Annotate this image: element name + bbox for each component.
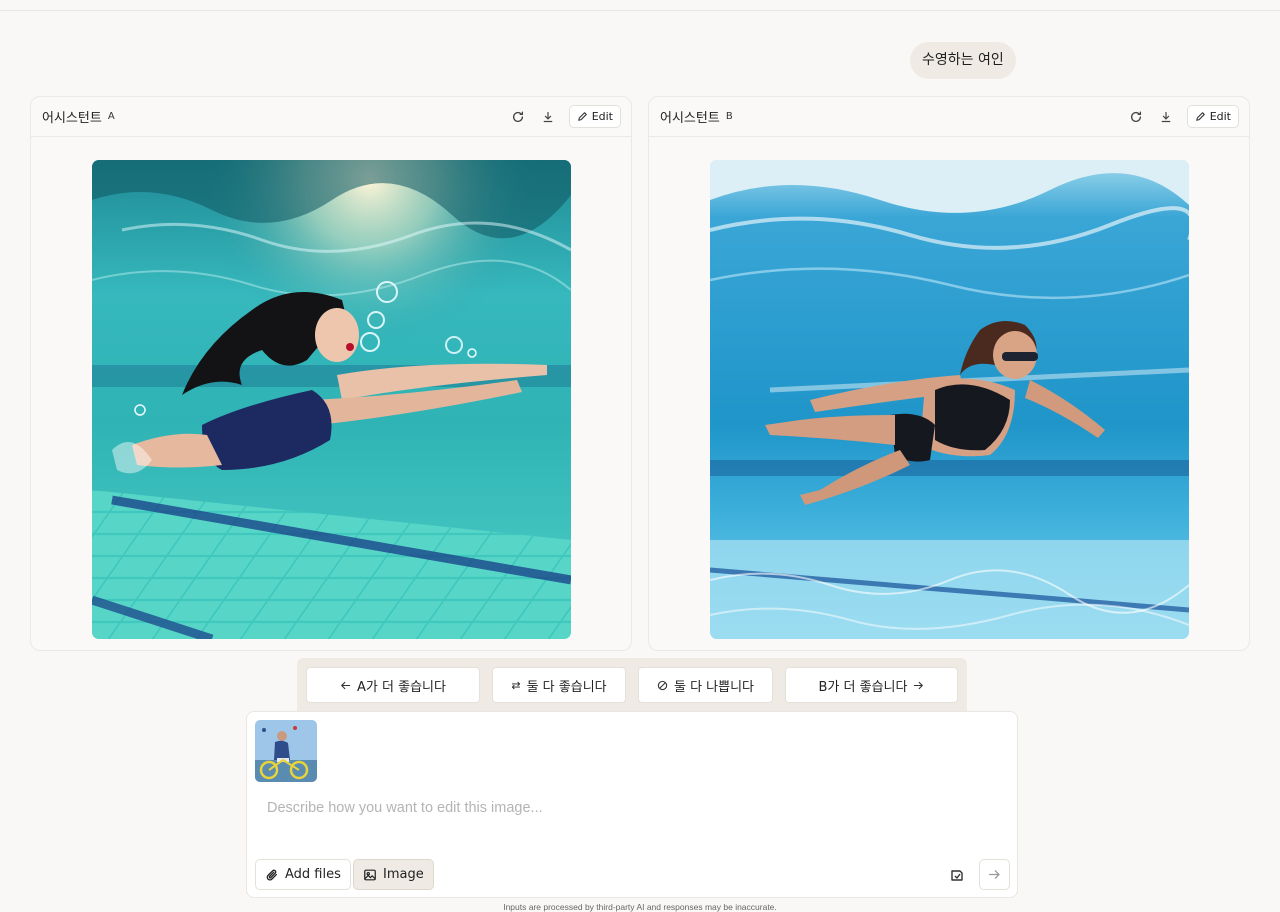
edit-prompt-input[interactable]: [267, 796, 997, 820]
vote-b-better-label: B가 더 좋습니다: [818, 679, 908, 695]
generated-image-b[interactable]: [710, 160, 1189, 639]
swimmer-image-a: [92, 160, 571, 639]
send-button[interactable]: [979, 859, 1010, 890]
panel-b-tools: Edit: [1121, 105, 1239, 129]
image-mode-button[interactable]: Image: [353, 859, 434, 890]
download-icon: [1161, 111, 1171, 122]
add-files-label: Add files: [285, 867, 341, 882]
arrow-right-icon: [914, 681, 924, 689]
arrow-left-icon: [340, 681, 351, 689]
download-button-b[interactable]: [1151, 105, 1181, 129]
swap-icon: ⇄: [511, 678, 521, 692]
thumbnail-image: [255, 720, 317, 782]
send-arrow-icon: [988, 870, 1000, 879]
edit-label-b: Edit: [1209, 110, 1231, 123]
disclaimer-text: Inputs are processed by third-party AI a…: [503, 902, 777, 912]
stencil-tool-button[interactable]: [941, 859, 972, 890]
vote-bar: A가 더 좋습니다 ⇄ 둘 다 좋습니다 둘 다 나쁩니다 B가 더 좋습니다: [297, 658, 967, 712]
download-button-a[interactable]: [533, 105, 563, 129]
edit-button-b[interactable]: Edit: [1186, 105, 1239, 128]
stencil-icon: [950, 869, 963, 881]
swimmer-image-b: [710, 160, 1189, 639]
regenerate-button-b[interactable]: [1121, 105, 1151, 129]
generated-image-a[interactable]: [92, 160, 571, 639]
pencil-icon: [577, 112, 587, 121]
panel-a-title: 어시스턴트: [42, 111, 102, 126]
panel-b-header: 어시스턴트 B Edit: [649, 97, 1249, 137]
panel-b-title: 어시스턴트: [660, 111, 720, 126]
vote-both-good-label: 둘 다 좋습니다: [526, 679, 607, 695]
panel-a-tools: Edit: [503, 105, 621, 129]
vote-b-better-button[interactable]: B가 더 좋습니다: [785, 667, 958, 703]
image-icon: [364, 869, 376, 880]
pencil-icon: [1195, 112, 1205, 121]
vote-both-good-button[interactable]: ⇄ 둘 다 좋습니다: [492, 667, 626, 703]
panel-b-letter: B: [725, 111, 733, 122]
image-mode-label: Image: [383, 867, 424, 882]
vote-a-better-label: A가 더 좋습니다: [357, 679, 446, 695]
slash-circle-icon: [657, 680, 668, 690]
add-files-button[interactable]: Add files: [255, 859, 351, 890]
top-bar: [0, 0, 1280, 11]
vote-both-bad-button[interactable]: 둘 다 나쁩니다: [638, 667, 773, 703]
panel-a-header: 어시스턴트 A Edit: [31, 97, 631, 137]
paperclip-icon: [266, 869, 278, 881]
download-icon: [543, 111, 553, 122]
response-panel-a: 어시스턴트 A Edit: [30, 96, 632, 651]
edit-button-a[interactable]: Edit: [568, 105, 621, 128]
response-panel-b: 어시스턴트 B Edit: [648, 96, 1250, 651]
edit-label-a: Edit: [591, 110, 613, 123]
regenerate-button-a[interactable]: [503, 105, 533, 129]
vote-a-better-button[interactable]: A가 더 좋습니다: [306, 667, 480, 703]
attached-image-thumbnail[interactable]: [255, 720, 317, 782]
panel-a-letter: A: [107, 111, 115, 122]
edit-composer: Add files Image: [246, 711, 1018, 898]
user-message-bubble: 수영하는 여인: [910, 42, 1016, 79]
vote-both-bad-label: 둘 다 나쁩니다: [673, 679, 755, 695]
refresh-icon: [512, 111, 523, 122]
refresh-icon: [1130, 111, 1141, 122]
